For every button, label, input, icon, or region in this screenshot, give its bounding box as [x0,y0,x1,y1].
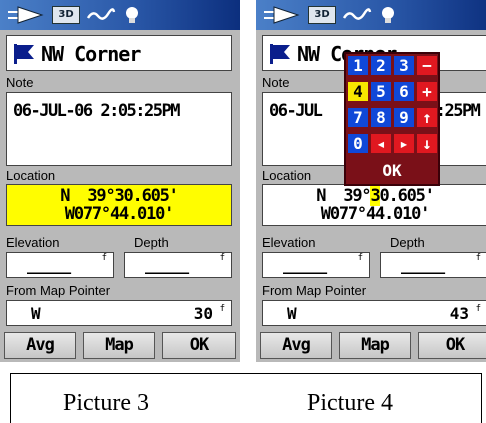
keypad-key-up[interactable]: ↑ [417,108,437,127]
note-text-start: 06-JUL [269,101,323,121]
elevation-label: Elevation [262,235,316,250]
pointer-unit: f [219,304,225,314]
depth-unit: f [475,253,481,263]
flag-icon [14,44,34,64]
pointer-direction: W [31,304,41,323]
avg-button[interactable]: Avg [260,332,332,359]
arrow-icon [8,6,44,24]
latitude-suffix: 0.605' [379,186,435,206]
caption-picture-3: Picture 3 [63,390,149,416]
keypad-key-3[interactable]: 3 [394,56,414,75]
ok-button[interactable]: OK [418,332,486,359]
elevation-unit: f [101,253,107,263]
keypad-key-4[interactable]: 4 [348,82,368,101]
longitude: W077°44.010' [64,204,175,224]
keypad-key-5[interactable]: 5 [371,82,391,101]
arrow-icon [264,6,300,24]
keypad-key-plus[interactable]: + [417,82,437,101]
pointer-unit: f [475,304,481,314]
elevation-label: Elevation [6,235,60,250]
depth-value: _____ [145,255,189,274]
keypad-key-6[interactable]: 6 [394,82,414,101]
note-field[interactable]: 06-JUL-06 2:05:25PM [6,92,232,166]
caption-picture-4: Picture 4 [307,390,393,416]
bulb-icon [382,7,394,23]
location-label: Location [262,168,312,183]
elevation-value: _____ [27,255,71,274]
keypad-key-2[interactable]: 2 [371,56,391,75]
elevation-unit: f [357,253,363,263]
depth-field[interactable]: _____ f [124,252,232,278]
avg-button[interactable]: Avg [4,332,76,359]
from-map-pointer-field: W 43 f [262,300,486,326]
status-bar: 3D [256,0,486,30]
pointer-direction: W [287,304,297,323]
from-map-pointer-field: W 30 f [6,300,232,326]
3d-icon: 3D [52,6,80,24]
wave-icon [342,8,372,20]
elevation-value: _____ [283,255,327,274]
map-button[interactable]: Map [339,332,411,359]
map-button[interactable]: Map [83,332,155,359]
note-label: Note [262,75,290,90]
note-text: 06-JUL-06 2:05:25PM [13,101,180,121]
keypad-key-left[interactable]: ◂ [371,134,391,153]
pointer-distance: 43 [449,304,469,323]
keypad-key-0[interactable]: 0 [348,134,368,153]
depth-field[interactable]: _____ f [380,252,486,278]
depth-value: _____ [401,255,445,274]
flag-icon [270,44,290,64]
waypoint-name-field[interactable]: NW Corner [6,35,232,71]
gps-screen-picture-3: 3D NW Corner Note 06-JUL-06 2:05:25PM Lo… [0,0,240,362]
numeric-keypad: OK 1 2 3− 4 5 6 +7 8 9 ↑ 0 ◂ ▸ ↓ [344,52,440,186]
status-bar: 3D [0,0,240,30]
elevation-field[interactable]: _____ f [262,252,370,278]
3d-icon: 3D [308,6,336,24]
location-label: Location [6,168,56,183]
pointer-distance: 30 [193,304,213,323]
waypoint-name: NW Corner [41,42,141,66]
latitude-prefix: N 39° [316,186,371,206]
depth-label: Depth [390,235,425,250]
keypad-key-1[interactable]: 1 [348,56,368,75]
keypad-key-minus[interactable]: − [417,56,437,75]
from-map-pointer-label: From Map Pointer [262,283,367,298]
keypad-key-right[interactable]: ▸ [394,134,414,153]
location-field[interactable]: N 39°30.605' W077°44.010' [262,184,486,226]
keypad-key-8[interactable]: 8 [371,108,391,127]
from-map-pointer-label: From Map Pointer [6,283,111,298]
note-label: Note [6,75,34,90]
gps-screen-picture-4: 3D NW Corner Note 06-JUL 5:25PM Location… [256,0,486,362]
wave-icon [86,8,116,20]
longitude: W077°44.010' [320,204,431,224]
ok-button[interactable]: OK [162,332,236,359]
location-field[interactable]: N 39°30.605' W077°44.010' [6,184,232,226]
depth-unit: f [219,253,225,263]
keypad-key-9[interactable]: 9 [394,108,414,127]
depth-label: Depth [134,235,169,250]
keypad-key-7[interactable]: 7 [348,108,368,127]
bulb-icon [126,7,138,23]
elevation-field[interactable]: _____ f [6,252,114,278]
keypad-key-down[interactable]: ↓ [417,134,437,153]
keypad-ok-button[interactable]: OK [348,160,436,182]
latitude-cursor-digit[interactable]: 3 [370,186,381,206]
